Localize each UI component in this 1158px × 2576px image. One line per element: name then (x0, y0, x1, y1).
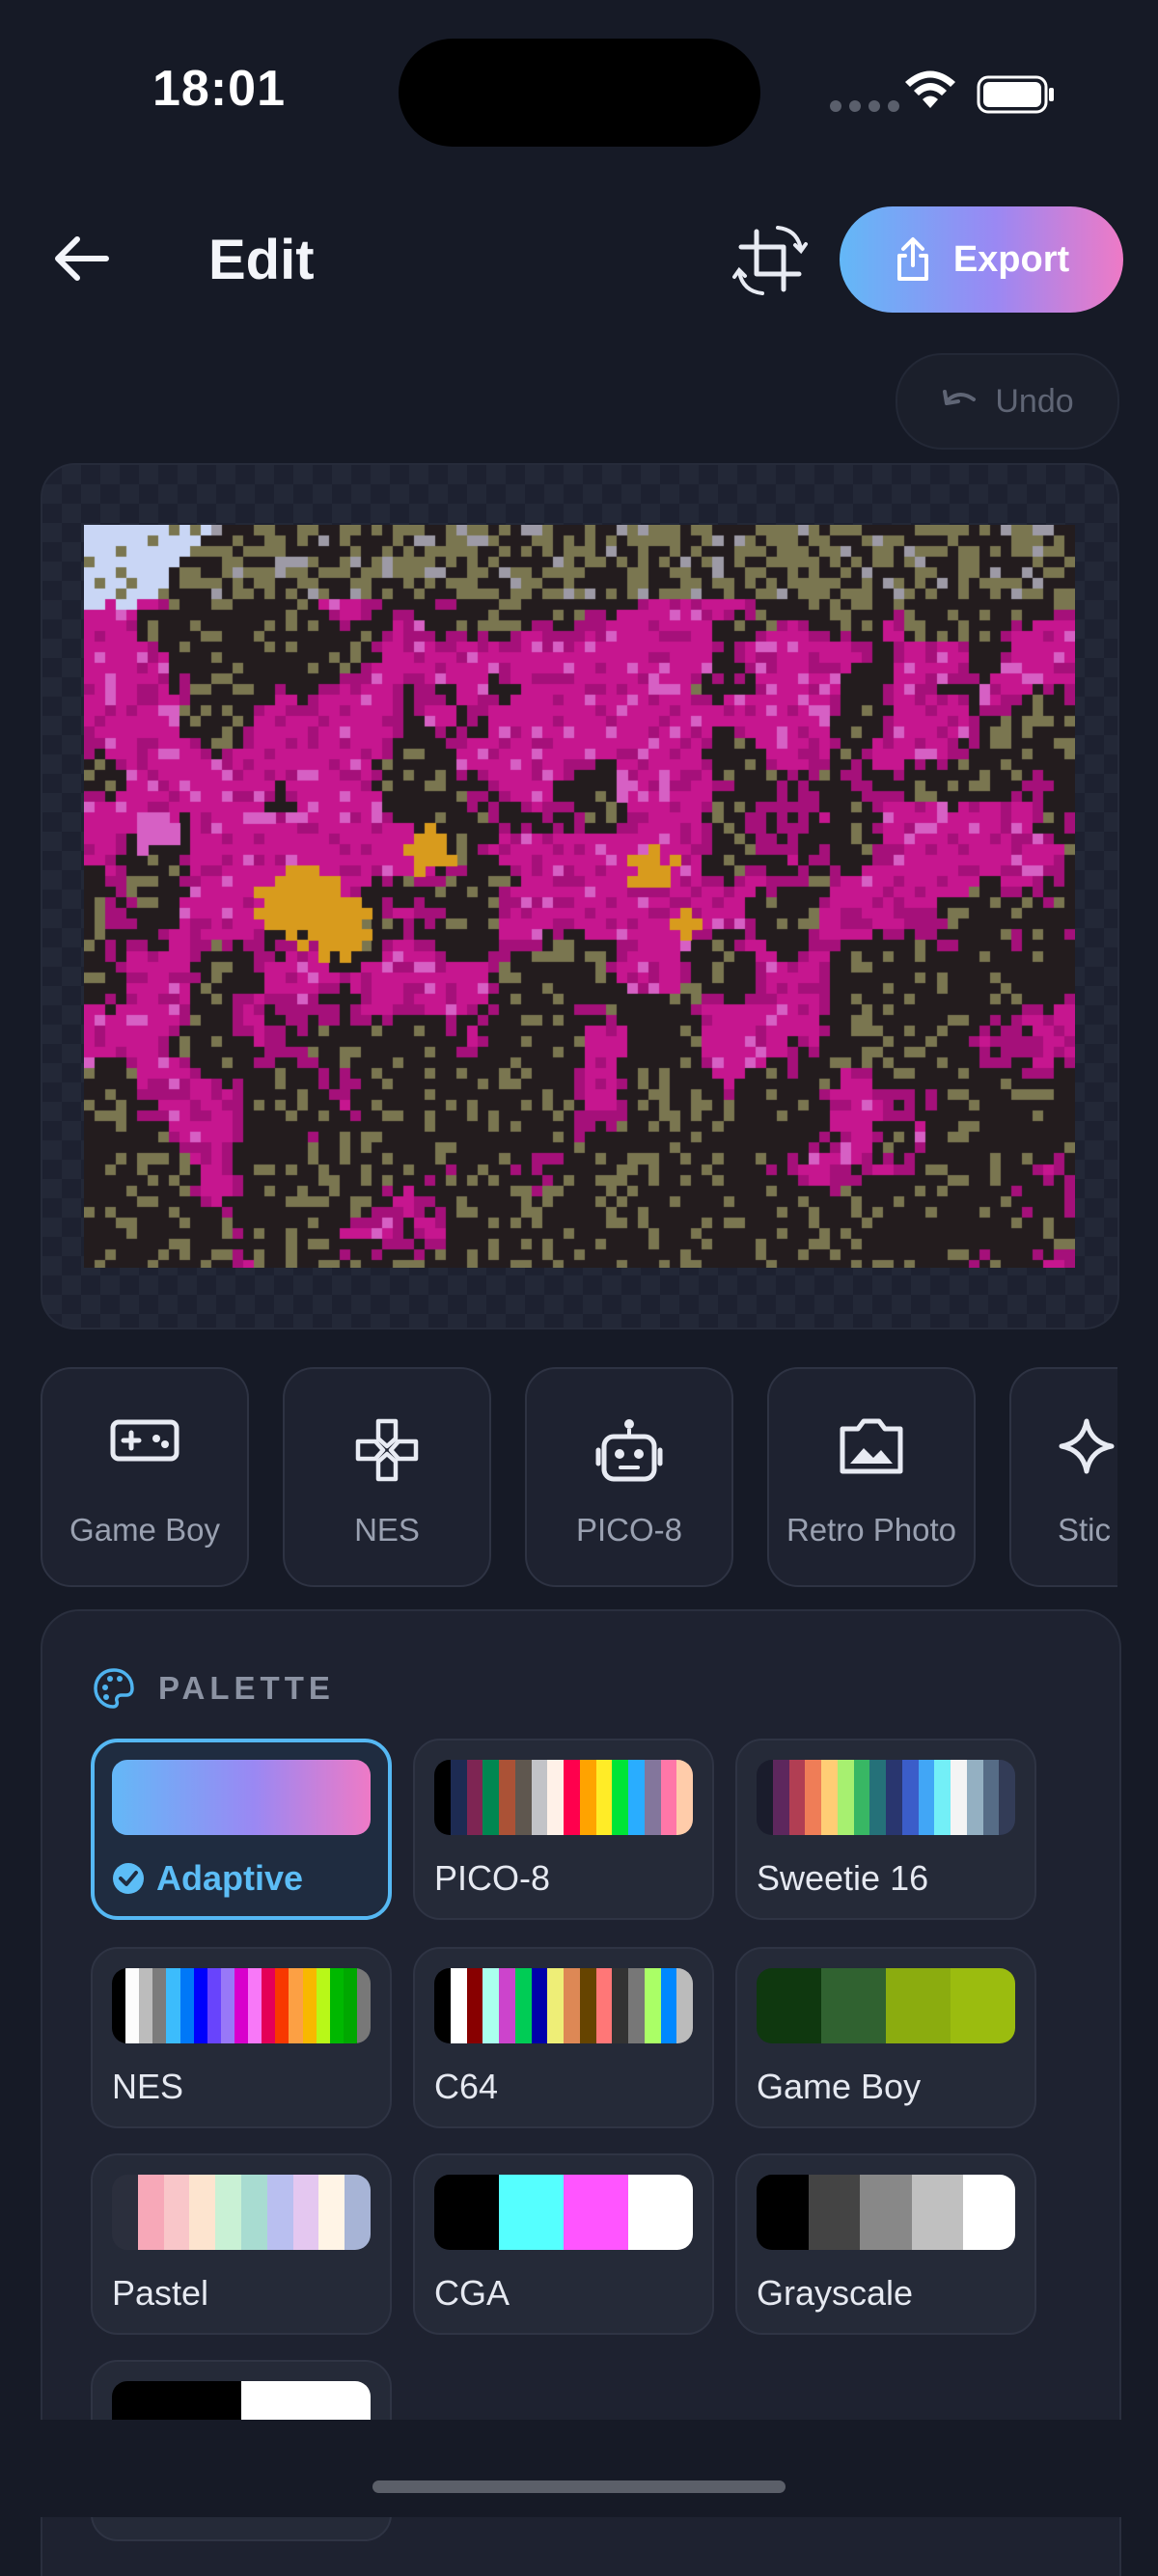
gamepad-icon (110, 1419, 179, 1462)
cellular-signal-icon (830, 100, 899, 112)
undo-label: Undo (995, 382, 1074, 420)
status-time: 18:01 (152, 61, 286, 117)
palette-section-title: PALETTE (158, 1670, 335, 1706)
bottom-safe-area (0, 2420, 1158, 2517)
palette-swatch (757, 1968, 1015, 2043)
preset-label: Game Boy (69, 1512, 220, 1548)
wifi-icon (905, 70, 955, 108)
pixelated-photo (84, 525, 1075, 1268)
preset-label: PICO-8 (575, 1512, 683, 1548)
check-circle-icon (113, 1863, 144, 1894)
palette-label: Pastel (112, 2273, 209, 2313)
preset-pico-8[interactable]: PICO-8 (525, 1367, 733, 1587)
home-indicator (372, 2480, 786, 2493)
palette-option-adaptive[interactable]: Adaptive (91, 1739, 392, 1920)
share-icon (896, 237, 928, 281)
palette-swatch (757, 2175, 1015, 2250)
preset-game-boy[interactable]: Game Boy (41, 1367, 249, 1587)
palette-option-cga[interactable]: CGA (413, 2153, 714, 2335)
palette-swatch (434, 1760, 693, 1835)
palette-label: NES (112, 2067, 184, 2106)
palette-option-nes[interactable]: NES (91, 1947, 392, 2128)
palette-swatch (112, 2175, 371, 2250)
palette-swatch (112, 1760, 371, 1835)
undo-button[interactable]: Undo (896, 353, 1119, 450)
robot-icon (595, 1419, 663, 1482)
preset-label: Stic (1058, 1512, 1112, 1548)
battery-icon (977, 75, 1054, 114)
export-button[interactable]: Export (840, 206, 1123, 313)
palette-icon (94, 1668, 134, 1709)
export-label: Export (952, 238, 1070, 280)
photo-icon (840, 1418, 903, 1474)
preset-label: NES (354, 1512, 420, 1548)
preset-retro-photo[interactable]: Retro Photo (767, 1367, 976, 1587)
sparkle-icon (1059, 1418, 1115, 1474)
palette-swatch (112, 1968, 371, 2043)
palette-label: PICO-8 (434, 1858, 551, 1898)
palette-label: Grayscale (757, 2273, 914, 2313)
preset-stic[interactable]: Stic (1009, 1367, 1117, 1587)
undo-icon (943, 390, 977, 405)
back-arrow-icon[interactable] (50, 228, 112, 289)
palette-option-sweetie-16[interactable]: Sweetie 16 (735, 1739, 1036, 1920)
dynamic-island (399, 39, 760, 147)
page-title: Edit (208, 229, 315, 291)
palette-label: C64 (434, 2067, 499, 2106)
palette-option-grayscale[interactable]: Grayscale (735, 2153, 1036, 2335)
palette-swatch (434, 1968, 693, 2043)
palette-label: Adaptive (156, 1858, 304, 1898)
palette-swatch (434, 2175, 693, 2250)
palette-label: Game Boy (757, 2067, 922, 2106)
palette-label: CGA (434, 2273, 510, 2313)
palette-option-game-boy[interactable]: Game Boy (735, 1947, 1036, 2128)
crop-rotate-icon[interactable] (731, 222, 809, 299)
image-preview (41, 463, 1119, 1329)
palette-option-pastel[interactable]: Pastel (91, 2153, 392, 2335)
style-presets-row: Game Boy NES PICO-8 Retro Photo Stic (41, 1367, 1117, 1591)
palette-swatch (757, 1760, 1015, 1835)
preset-nes[interactable]: NES (283, 1367, 491, 1587)
dpad-icon (355, 1418, 419, 1482)
palette-option-pico-8[interactable]: PICO-8 (413, 1739, 714, 1920)
preset-label: Retro Photo (786, 1512, 957, 1548)
palette-label: Sweetie 16 (757, 1858, 929, 1898)
palette-option-c64[interactable]: C64 (413, 1947, 714, 2128)
